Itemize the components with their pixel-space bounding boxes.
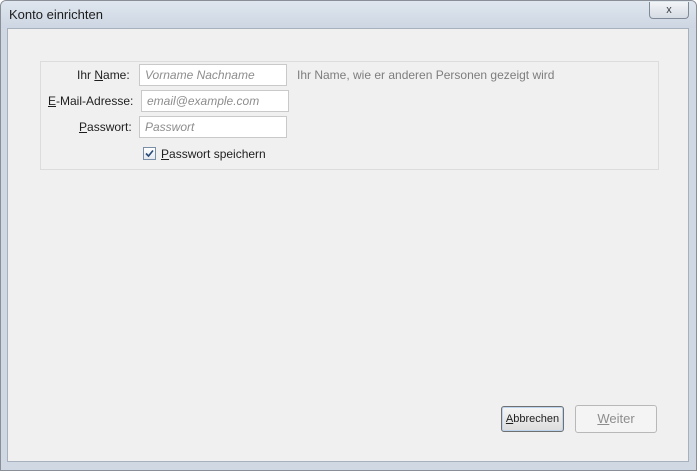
dialog-window: Konto einrichten x Ihr Name: Ihr Name, w… — [0, 0, 697, 471]
email-label-accesskey: E — [48, 94, 57, 108]
dialog-client-area: Ihr Name: Ihr Name, wie er anderen Perso… — [7, 28, 689, 462]
name-label-suffix: ame: — [103, 68, 130, 82]
remember-label-accesskey: P — [161, 147, 170, 161]
close-icon: x — [666, 4, 672, 16]
email-label: E-Mail-Adresse: — [48, 94, 133, 108]
window-title: Konto einrichten — [9, 7, 103, 22]
password-label: Passwort: — [79, 120, 132, 134]
next-button[interactable]: Weiter — [575, 405, 657, 433]
title-bar[interactable]: Konto einrichten x — [1, 1, 696, 28]
password-label-suffix: asswort: — [87, 120, 132, 134]
checkmark-icon — [145, 149, 154, 158]
password-label-accesskey: P — [79, 120, 88, 134]
remember-password-label[interactable]: Passwort speichern — [161, 147, 266, 161]
name-hint: Ihr Name, wie er anderen Personen gezeig… — [297, 68, 555, 82]
name-label-accesskey: N — [94, 68, 104, 82]
close-button[interactable]: x — [649, 2, 689, 19]
account-form-panel: Ihr Name: Ihr Name, wie er anderen Perso… — [40, 61, 659, 170]
name-label-prefix: Ihr — [77, 68, 95, 82]
name-input[interactable] — [139, 64, 287, 86]
cancel-button[interactable]: Abbrechen — [501, 406, 564, 432]
password-input[interactable] — [139, 116, 287, 138]
email-label-suffix: -Mail-Adresse: — [56, 94, 134, 108]
next-label: eiter — [609, 411, 635, 426]
cancel-label: bbrechen — [513, 413, 560, 425]
name-label: Ihr Name: — [77, 68, 130, 82]
remember-password-checkbox[interactable] — [143, 147, 156, 160]
next-accesskey: W — [597, 411, 610, 426]
remember-label-suffix: asswort speichern — [169, 147, 266, 161]
email-input[interactable] — [141, 90, 289, 112]
